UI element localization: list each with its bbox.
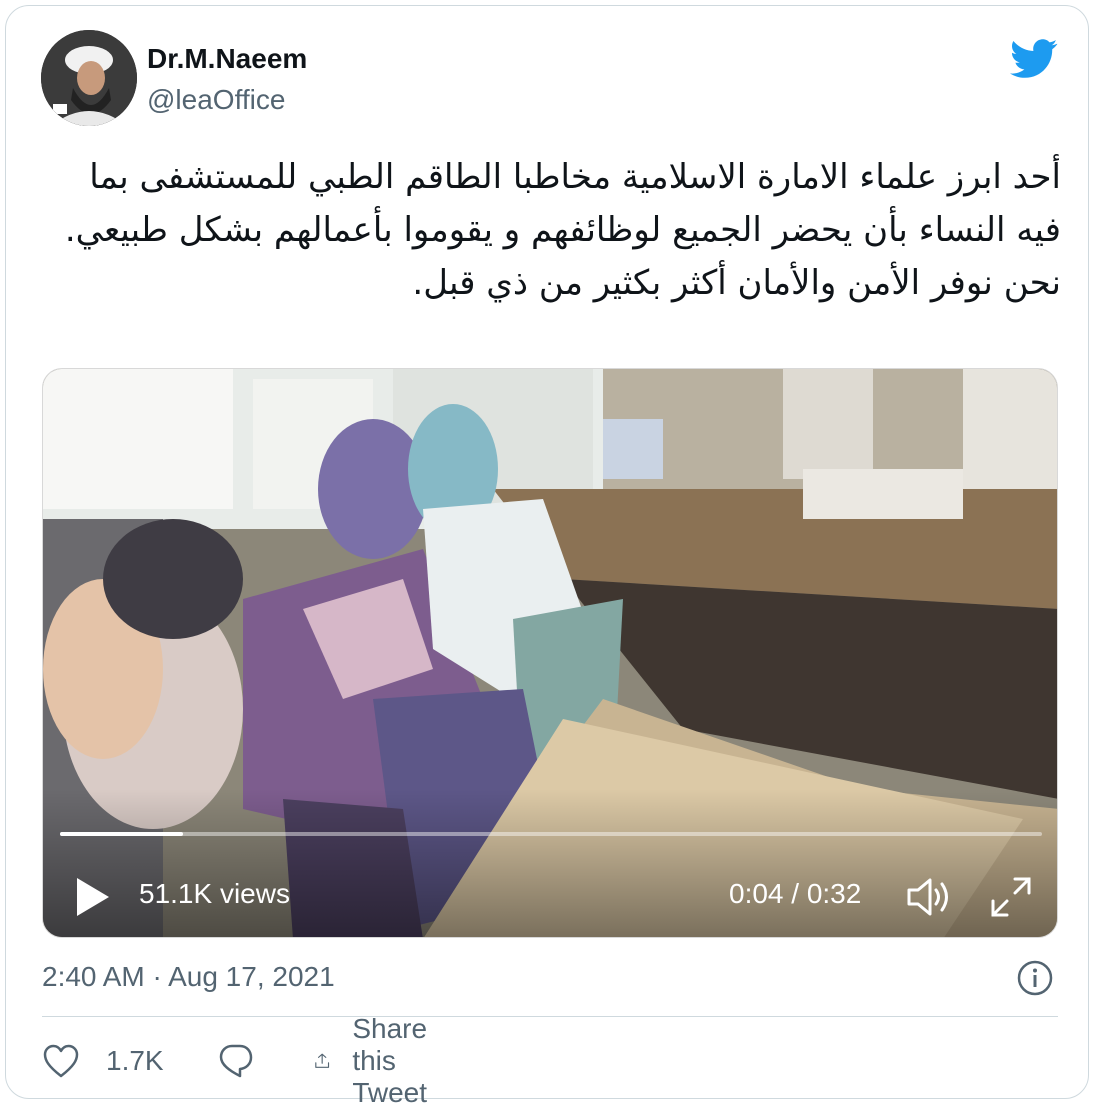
share-label: Share this Tweet: [352, 1013, 428, 1108]
tweet-text: أحد ابرز علماء الامارة الاسلامية مخاطبا …: [64, 157, 1061, 303]
video-progress-bar[interactable]: [60, 832, 1042, 836]
user-name[interactable]: Dr.M.Naeem: [147, 43, 307, 75]
share-icon: [315, 1053, 330, 1068]
video-time: 0:04 / 0:32: [729, 878, 862, 909]
play-icon[interactable]: [73, 874, 113, 920]
reply-button[interactable]: [218, 1037, 254, 1085]
tweet-timestamp[interactable]: 2:40 AM · Aug 17, 2021: [42, 961, 335, 993]
share-button[interactable]: Share this Tweet: [314, 1013, 447, 1108]
divider: [42, 1016, 1058, 1017]
avatar[interactable]: [41, 30, 137, 126]
fullscreen-icon[interactable]: [989, 875, 1033, 919]
like-button[interactable]: 1.7K: [42, 1037, 164, 1085]
tweet-card: Dr.M.Naeem @leaOffice أحد ابرز علماء الا…: [5, 5, 1089, 1108]
user-handle[interactable]: @leaOffice: [147, 84, 285, 116]
video-player[interactable]: 51.1K views 0:04 / 0:32: [42, 368, 1058, 938]
like-count: 1.7K: [106, 1045, 164, 1076]
reply-icon: [219, 1044, 253, 1078]
twitter-bird-icon[interactable]: [1009, 39, 1059, 79]
video-views: 51.1K views: [139, 878, 290, 909]
volume-icon[interactable]: [905, 875, 953, 919]
video-progress-fill: [60, 832, 183, 836]
avatar-image: [41, 30, 137, 126]
info-icon[interactable]: [1016, 959, 1054, 997]
video-frame: [43, 369, 1057, 937]
heart-icon: [43, 1044, 79, 1078]
